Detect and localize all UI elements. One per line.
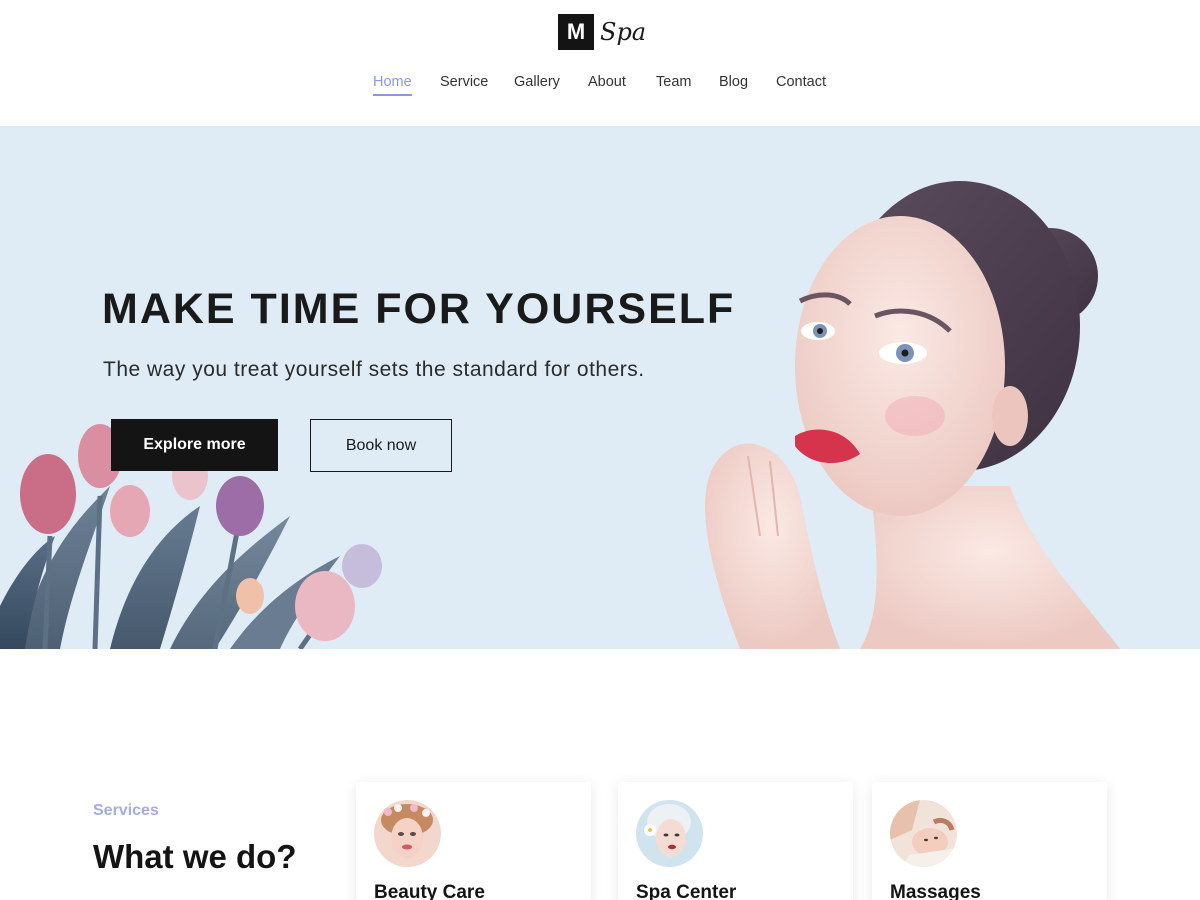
book-now-button[interactable]: Book now (310, 419, 452, 472)
explore-more-button[interactable]: Explore more (111, 419, 278, 471)
service-card-title: Massages (890, 882, 981, 900)
hero-title: MAKE TIME FOR YOURSELF (102, 285, 736, 333)
logo-mark: M (558, 14, 594, 50)
site-logo[interactable]: M Spa (558, 14, 646, 50)
massage-avatar (890, 800, 957, 867)
service-card-title: Beauty Care (374, 882, 485, 900)
nav-item-blog[interactable]: Blog (719, 74, 748, 94)
service-card-title: Spa Center (636, 882, 737, 900)
hero-banner: MAKE TIME FOR YOURSELF The way you treat… (0, 126, 1200, 649)
nav-item-home[interactable]: Home (373, 74, 412, 96)
nav-item-team[interactable]: Team (656, 74, 691, 94)
services-title: What we do? (93, 838, 297, 875)
hero-illustration (0, 181, 1120, 649)
service-card-beauty-care[interactable]: Beauty Care (356, 782, 591, 900)
nav-item-service[interactable]: Service (440, 74, 488, 94)
main-nav: Home Service Gallery About Team Blog Con… (0, 74, 1200, 98)
spa-center-avatar (636, 800, 703, 867)
nav-item-gallery[interactable]: Gallery (514, 74, 560, 94)
logo-text: Spa (600, 18, 647, 46)
service-card-massages[interactable]: Massages (872, 782, 1107, 900)
beauty-care-avatar (374, 800, 441, 867)
service-card-spa-center[interactable]: Spa Center (618, 782, 853, 900)
nav-item-contact[interactable]: Contact (776, 74, 826, 94)
woman-portrait-image (705, 181, 1120, 649)
nav-item-about[interactable]: About (588, 74, 626, 94)
site-header: M Spa Home Service Gallery About Team Bl… (0, 0, 1200, 126)
services-kicker: Services (93, 802, 159, 819)
hero-subtitle: The way you treat yourself sets the stan… (103, 358, 645, 381)
